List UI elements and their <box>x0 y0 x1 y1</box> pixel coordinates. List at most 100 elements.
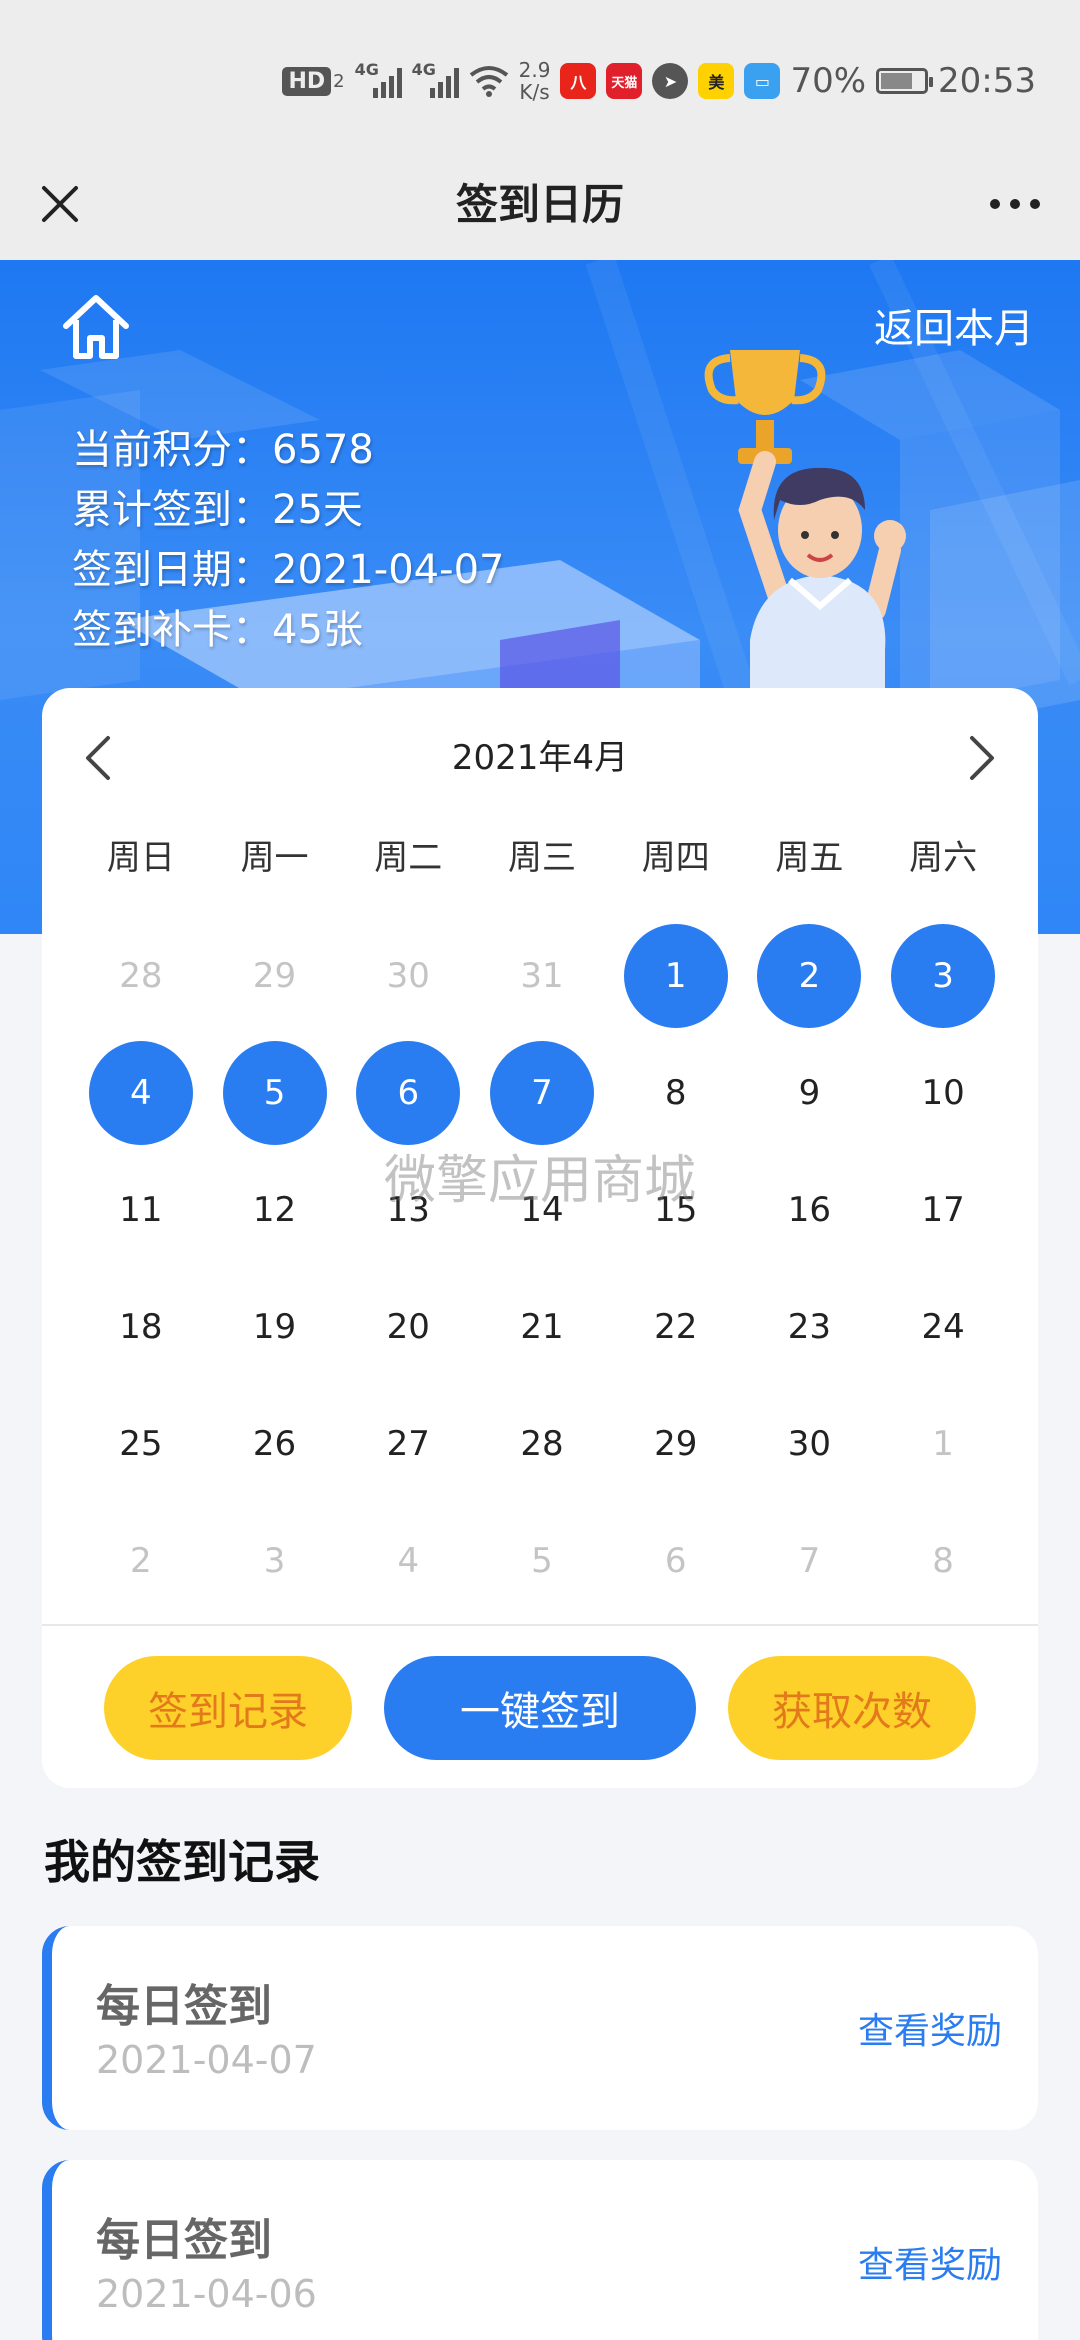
calendar-day-number: 2 <box>130 1541 152 1581</box>
calendar-day-other-month[interactable]: 29 <box>208 924 342 1041</box>
calendar-day-signed[interactable]: 4 <box>74 1041 208 1158</box>
calendar-day-other-month[interactable]: 3 <box>208 1509 342 1626</box>
one-click-sign-button[interactable]: 一键签到 <box>384 1656 696 1760</box>
calendar-day-other-month[interactable]: 4 <box>341 1509 475 1626</box>
calendar-day[interactable]: 11 <box>74 1158 208 1275</box>
calendar-day[interactable]: 16 <box>743 1158 877 1275</box>
meituan-icon: 美 <box>698 63 735 99</box>
calendar-day[interactable]: 30 <box>743 1392 877 1509</box>
weekday-label: 周三 <box>507 838 576 878</box>
calendar-day-number: 9 <box>798 1073 821 1113</box>
tmall-icon: 天猫 <box>606 63 643 99</box>
calendar-day[interactable]: 12 <box>208 1158 342 1275</box>
calendar-day-number: 27 <box>386 1424 430 1464</box>
calendar-day-number: 4 <box>397 1541 420 1581</box>
calendar-day-signed[interactable]: 6 <box>341 1041 475 1158</box>
calendar-day-signed[interactable]: 3 <box>876 924 1010 1041</box>
view-reward-link[interactable]: 查看奖励 <box>858 2236 1002 2288</box>
calendar-day[interactable]: 20 <box>341 1275 475 1392</box>
wifi-icon <box>469 65 509 97</box>
calendar-day-other-month[interactable]: 5 <box>475 1509 609 1626</box>
calendar-day[interactable]: 9 <box>743 1041 877 1158</box>
calendar-day[interactable]: 13 <box>341 1158 475 1275</box>
record-name: 每日签到 <box>96 2215 272 2266</box>
calendar-day[interactable]: 18 <box>74 1275 208 1392</box>
calendar-day-number: 1 <box>932 1424 954 1464</box>
calendar-day-number: 5 <box>222 1041 327 1145</box>
app-icon-1: 八 <box>560 63 597 99</box>
calendar-day[interactable]: 29 <box>609 1392 743 1509</box>
calendar-day[interactable]: 26 <box>208 1392 342 1509</box>
calendar-day-number: 7 <box>798 1541 821 1581</box>
calendar-day-signed[interactable]: 2 <box>743 924 877 1041</box>
back-to-current-month-link[interactable]: 返回本月 <box>874 296 1034 354</box>
records-section-title: 我的签到记录 <box>44 1835 320 1889</box>
calendar-day[interactable]: 8 <box>609 1041 743 1158</box>
calendar-header: 2021年4月 <box>42 718 1038 798</box>
record-card[interactable]: 每日签到 2021-04-06 查看奖励 <box>42 2160 1038 2340</box>
calendar-day-other-month[interactable]: 7 <box>743 1509 877 1626</box>
calendar-day-other-month[interactable]: 6 <box>609 1509 743 1626</box>
calendar-day-number: 25 <box>119 1424 163 1464</box>
calendar-day-other-month[interactable]: 1 <box>876 1392 1010 1509</box>
clock: 20:53 <box>938 61 1036 101</box>
calendar-day[interactable]: 24 <box>876 1275 1010 1392</box>
calendar-day-number: 20 <box>386 1307 430 1347</box>
calendar-day[interactable]: 19 <box>208 1275 342 1392</box>
app-icon-3: ➤ <box>652 63 689 99</box>
message-app-icon: ▭ <box>744 63 781 99</box>
calendar-day-other-month[interactable]: 31 <box>475 924 609 1041</box>
calendar-day-number: 17 <box>921 1190 965 1230</box>
status-bar: HD 2 4G 4G 2.9 K/s 八 天猫 ➤ 美 ▭ 70% 20:53 <box>0 0 1080 150</box>
calendar-day[interactable]: 21 <box>475 1275 609 1392</box>
calendar-day-number: 28 <box>119 956 163 996</box>
home-icon[interactable] <box>56 288 136 368</box>
calendar-day[interactable]: 22 <box>609 1275 743 1392</box>
calendar-card: 2021年4月 周日 周一 周二 周三 周四 周五 周六 28 29 30 31 1 2 3… <box>42 688 1038 1788</box>
record-date: 2021-04-07 <box>96 2038 317 2082</box>
battery-percent: 70% <box>790 61 867 101</box>
calendar-day-number: 22 <box>654 1307 698 1347</box>
next-month-chevron-right-icon[interactable] <box>958 728 1008 788</box>
record-card[interactable]: 每日签到 2021-04-07 查看奖励 <box>42 1926 1038 2130</box>
calendar-day[interactable]: 15 <box>609 1158 743 1275</box>
calendar-day-number: 6 <box>664 1541 687 1581</box>
calendar-day-number: 6 <box>356 1041 461 1145</box>
more-options-icon[interactable] <box>980 174 1050 234</box>
calendar-day-number: 12 <box>252 1190 297 1230</box>
stat-value: 25天 <box>272 487 363 533</box>
calendar-day-number: 4 <box>88 1041 193 1145</box>
calendar-day[interactable]: 25 <box>74 1392 208 1509</box>
record-name: 每日签到 <box>96 1981 272 2032</box>
calendar-day-number: 14 <box>520 1190 564 1230</box>
stat-value: 2021-04-07 <box>272 547 505 593</box>
calendar-day[interactable]: 17 <box>876 1158 1010 1275</box>
user-stats: 当前积分： 6578 累计签到： 25天 签到日期： 2021-04-07 签到补卡：… <box>72 420 504 660</box>
calendar-day[interactable]: 23 <box>743 1275 877 1392</box>
calendar-day-other-month[interactable]: 30 <box>341 924 475 1041</box>
calendar-day[interactable]: 27 <box>341 1392 475 1509</box>
calendar-day-other-month[interactable]: 2 <box>74 1509 208 1626</box>
stat-label: 累计签到： <box>72 487 272 533</box>
calendar-day-number: 16 <box>787 1190 832 1230</box>
calendar-day-number: 24 <box>921 1307 965 1347</box>
view-reward-link[interactable]: 查看奖励 <box>858 2002 1002 2054</box>
calendar-day-other-month[interactable]: 28 <box>74 924 208 1041</box>
calendar-days-grid: 28 29 30 31 1 2 3 4 5 6 7 8 9 10 11 12 13 14 15 16 17 18 19 20 2… <box>44 924 1040 1626</box>
page-title: 签到日历 <box>455 180 624 229</box>
calendar-day[interactable]: 10 <box>876 1041 1010 1158</box>
calendar-day-signed[interactable]: 7 <box>475 1041 609 1158</box>
calendar-day-signed[interactable]: 5 <box>208 1041 342 1158</box>
weekday-label: 周二 <box>374 838 443 878</box>
get-count-button[interactable]: 获取次数 <box>728 1656 976 1760</box>
calendar-day-number: 19 <box>252 1307 297 1347</box>
calendar-day-signed[interactable]: 1 <box>609 924 743 1041</box>
weekday-label: 周日 <box>106 838 175 878</box>
calendar-day[interactable]: 14 <box>475 1158 609 1275</box>
calendar-day-other-month[interactable]: 8 <box>876 1509 1010 1626</box>
calendar-day-number: 30 <box>787 1424 832 1464</box>
calendar-day[interactable]: 28 <box>475 1392 609 1509</box>
net-speed: 2.9 K/s <box>518 58 551 104</box>
divider <box>42 1624 1038 1626</box>
sign-records-button[interactable]: 签到记录 <box>104 1656 352 1760</box>
